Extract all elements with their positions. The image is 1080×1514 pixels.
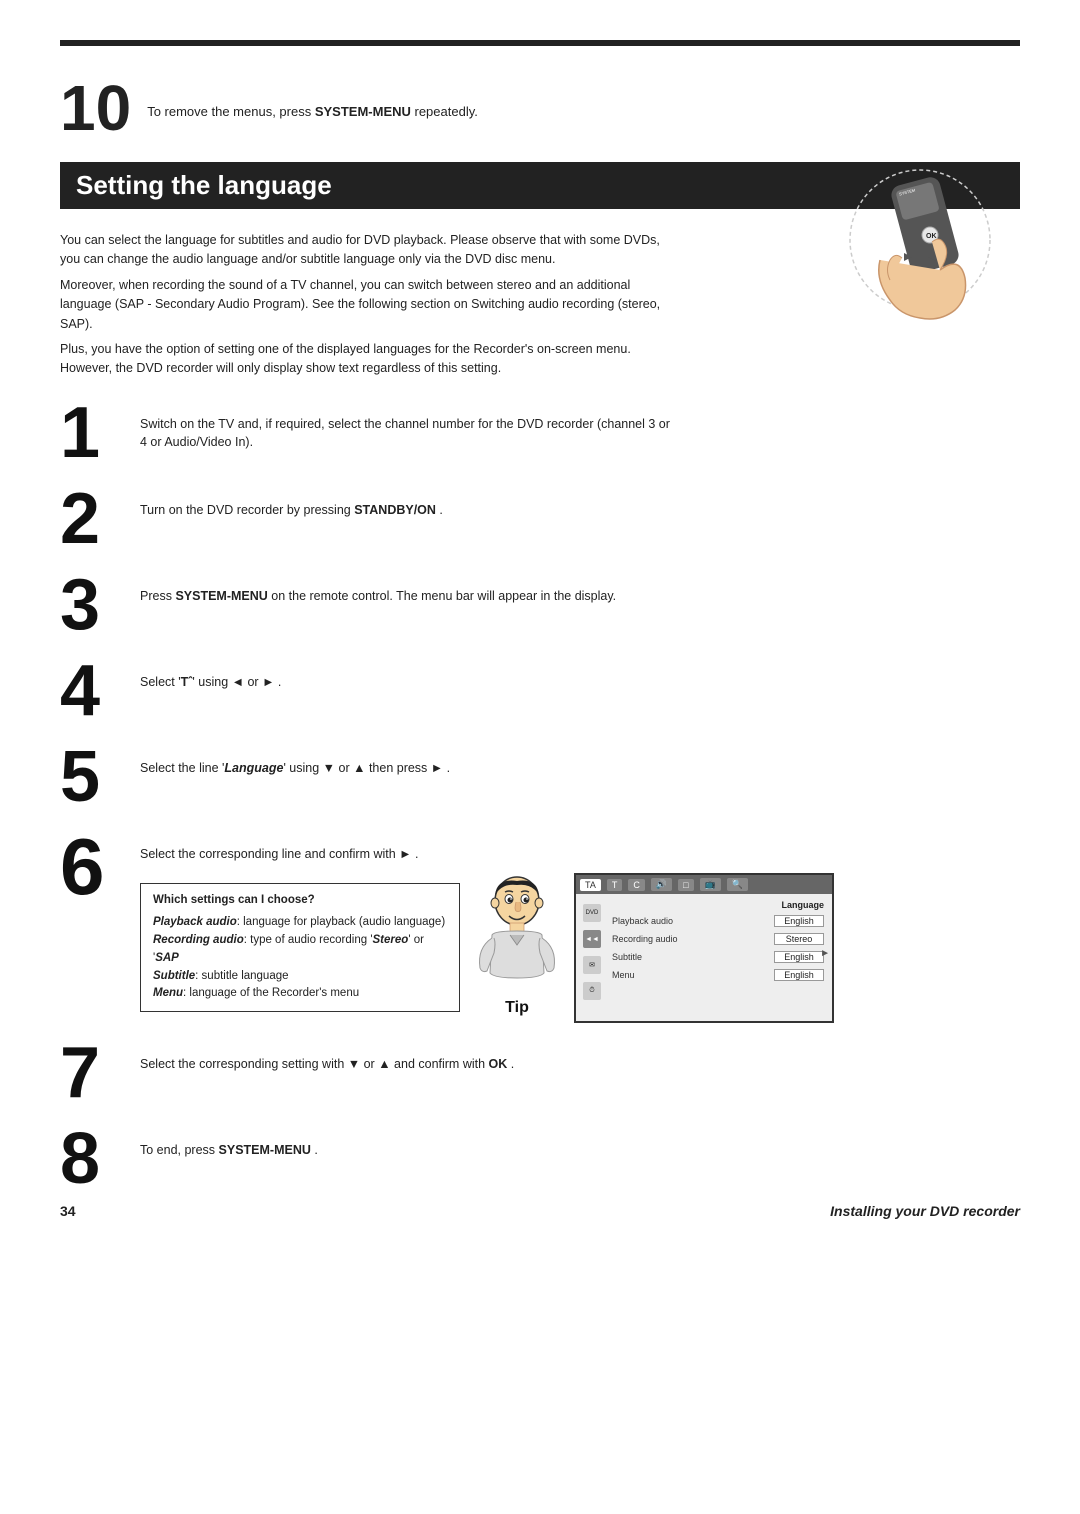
- menu-body: DVD ◄◄ ✉ ⏱ Language Playback audio Eng: [576, 894, 832, 1006]
- menu-tab-ta: TA: [580, 879, 601, 891]
- step-number-1: 1: [60, 397, 140, 469]
- menu-label-recording: Recording audio: [612, 934, 678, 944]
- menu-tab-c: C: [628, 879, 645, 891]
- svg-text:OK: OK: [926, 233, 937, 240]
- menu-icon-msg: ✉: [583, 956, 601, 974]
- step-number-7: 7: [60, 1037, 140, 1109]
- step-content-5: Select the line 'Language' using ▼ or ▲ …: [140, 741, 450, 778]
- step-content-6: Select the corresponding line and confir…: [140, 827, 680, 864]
- step-row-8: 8 To end, press SYSTEM-MENU .: [60, 1123, 1020, 1195]
- which-settings-title: Which settings can I choose?: [153, 892, 447, 910]
- footer-title: Installing your DVD recorder: [830, 1203, 1020, 1219]
- menu-value-recording: Stereo: [774, 933, 824, 945]
- menu-row-menu: Menu English: [608, 968, 828, 982]
- step-number-6: 6: [60, 827, 140, 907]
- step-row-4: 4 Select 'Tˆ' using ◄ or ► .: [60, 655, 1020, 727]
- menu-lang-header: Language: [608, 900, 828, 910]
- intro-text: You can select the language for subtitle…: [60, 231, 680, 379]
- menu-tab-search: 🔍: [727, 878, 748, 891]
- step10-text: To remove the menus, press SYSTEM-MENU r…: [147, 76, 478, 119]
- step10-row: 10 To remove the menus, press SYSTEM-MEN…: [60, 76, 1020, 140]
- step-row-6: 6 Select the corresponding line and conf…: [60, 827, 1020, 1024]
- step-content-1: Switch on the TV and, if required, selec…: [140, 397, 680, 453]
- menu-content-col: Language Playback audio English Recordin…: [608, 900, 828, 1000]
- menu-tab-audio: 🔊: [651, 878, 672, 891]
- menu-tab-box: □: [678, 879, 693, 891]
- top-bar: [60, 40, 1020, 46]
- menu-row-playback: Playback audio English: [608, 914, 828, 928]
- step-row-7: 7 Select the corresponding setting with …: [60, 1037, 1020, 1109]
- step-content-2: Turn on the DVD recorder by pressing STA…: [140, 483, 443, 520]
- menu-icon-rewind: ◄◄: [583, 930, 601, 948]
- tip-label: Tip: [505, 999, 529, 1017]
- menu-value-playback: English: [774, 915, 824, 927]
- menu-arrow: ►: [820, 948, 830, 959]
- menu-label-subtitle: Subtitle: [612, 952, 642, 962]
- menu-screenshot: TA T C 🔊 □ 📺 🔍 DVD ◄◄: [574, 873, 834, 1023]
- setting-item-3: Subtitle: subtitle language: [153, 968, 447, 986]
- tip-character-box: Tip: [472, 873, 562, 1017]
- menu-icons-col: DVD ◄◄ ✉ ⏱: [580, 900, 604, 1000]
- menu-icon-dvd: DVD: [583, 904, 601, 922]
- menu-label-menu: Menu: [612, 970, 635, 980]
- step-number-2: 2: [60, 483, 140, 555]
- page-number: 34: [60, 1203, 76, 1219]
- setting-item-4: Menu: language of the Recorder's menu: [153, 985, 447, 1003]
- menu-label-playback: Playback audio: [612, 916, 673, 926]
- footer-bar: 34 Installing your DVD recorder: [0, 1203, 1080, 1219]
- step-row-2: 2 Turn on the DVD recorder by pressing S…: [60, 483, 1020, 555]
- character-illustration: [472, 873, 562, 993]
- menu-value-subtitle: English: [774, 951, 824, 963]
- setting-item-1: Playback audio: language for playback (a…: [153, 914, 447, 932]
- step-content-7: Select the corresponding setting with ▼ …: [140, 1037, 514, 1074]
- menu-value-menu: English: [774, 969, 824, 981]
- step-number-4: 4: [60, 655, 140, 727]
- step10-number: 10: [60, 76, 131, 140]
- menu-tab-tv: 📺: [700, 878, 721, 891]
- step-row-5: 5 Select the line 'Language' using ▼ or …: [60, 741, 1020, 813]
- menu-icon-timer: ⏱: [583, 982, 601, 1000]
- step-content-4: Select 'Tˆ' using ◄ or ► .: [140, 655, 281, 692]
- menu-row-subtitle: Subtitle English: [608, 950, 828, 964]
- step-content-8: To end, press SYSTEM-MENU .: [140, 1123, 318, 1160]
- page-container: 10 To remove the menus, press SYSTEM-MEN…: [0, 0, 1080, 1249]
- step-content-3: Press SYSTEM-MENU on the remote control.…: [140, 569, 616, 606]
- menu-header: TA T C 🔊 □ 📺 🔍: [576, 875, 832, 894]
- step-number-8: 8: [60, 1123, 140, 1195]
- menu-row-recording: Recording audio Stereo: [608, 932, 828, 946]
- step-number-3: 3: [60, 569, 140, 641]
- steps-area: 1 Switch on the TV and, if required, sel…: [60, 397, 1020, 1196]
- step-row-3: 3 Press SYSTEM-MENU on the remote contro…: [60, 569, 1020, 641]
- setting-item-2: Recording audio: type of audio recording…: [153, 932, 447, 968]
- step-number-5: 5: [60, 741, 140, 813]
- which-settings-box: Which settings can I choose? Playback au…: [140, 883, 460, 1012]
- menu-tab-t: T: [607, 879, 623, 891]
- step-row-1: 1 Switch on the TV and, if required, sel…: [60, 397, 1020, 469]
- remote-illustration: SYSTEM OK: [820, 160, 1020, 343]
